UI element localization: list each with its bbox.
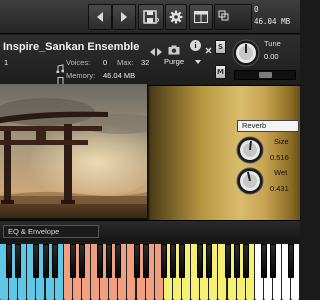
black-key[interactable] <box>69 244 76 278</box>
size-value: 0.516 <box>270 153 289 162</box>
pan-handle[interactable] <box>259 72 272 78</box>
black-key[interactable] <box>260 244 267 278</box>
chevron-right-icon <box>121 12 127 22</box>
layout-icon <box>194 11 208 23</box>
black-key[interactable] <box>133 244 140 278</box>
black-key[interactable] <box>160 244 167 278</box>
nav-left-button[interactable] <box>88 4 112 30</box>
wet-label: Wet <box>274 168 288 177</box>
wet-value: 0.431 <box>270 184 289 193</box>
toolbar: 0 46.04 MB <box>0 0 300 34</box>
midi-icon <box>218 10 229 21</box>
black-key[interactable] <box>115 244 122 278</box>
black-key[interactable] <box>106 244 113 278</box>
chevron-down-icon <box>195 60 201 64</box>
black-key[interactable] <box>233 244 240 278</box>
black-key[interactable] <box>179 244 185 278</box>
close-icon[interactable] <box>205 39 212 58</box>
layout-button[interactable] <box>189 4 213 30</box>
pan-slider[interactable] <box>234 70 296 80</box>
black-key[interactable] <box>42 244 49 278</box>
save-button[interactable] <box>138 4 164 30</box>
eq-strip: EQ & Envelope <box>0 220 300 242</box>
midi-channel-value[interactable]: 1 <box>4 58 8 67</box>
settings-button[interactable] <box>165 4 187 30</box>
black-key[interactable] <box>97 244 104 278</box>
chevron-left-icon <box>97 12 103 22</box>
black-key[interactable] <box>169 244 176 278</box>
black-key[interactable] <box>206 244 213 278</box>
black-key[interactable] <box>142 244 149 278</box>
system-stats: 0 46.04 MB <box>254 4 300 30</box>
black-key[interactable] <box>224 244 231 278</box>
cpu-value: 0 <box>254 5 259 14</box>
torii-gate-artwork <box>0 84 147 218</box>
black-key[interactable] <box>51 244 58 278</box>
black-key[interactable] <box>78 244 85 278</box>
black-key[interactable] <box>288 244 295 278</box>
voices-label: Voices: <box>66 58 91 67</box>
voices-value: 0 <box>103 58 108 67</box>
max-label: Max: <box>117 58 134 67</box>
max-value[interactable]: 32 <box>141 58 149 67</box>
memory-value: 46.04 MB <box>103 71 136 80</box>
mute-button[interactable]: M <box>215 65 226 79</box>
black-key[interactable] <box>6 244 13 278</box>
instrument-name[interactable]: Inspire_Sankan Ensemble <box>3 41 139 53</box>
cpu-button[interactable] <box>214 4 252 30</box>
info-button[interactable]: i <box>190 40 201 51</box>
purge-label: Purge <box>164 57 185 66</box>
black-key[interactable] <box>33 244 40 278</box>
eq-envelope-tab[interactable]: EQ & Envelope <box>3 225 99 238</box>
solo-button[interactable]: S <box>215 40 226 54</box>
tune-label: Tune <box>264 39 281 48</box>
size-label: Size <box>274 137 289 146</box>
right-arrow-icon[interactable] <box>156 41 162 60</box>
save-icon <box>143 10 159 24</box>
toolbar-memory-value: 46.04 MB <box>254 17 291 26</box>
memory-label: Memory: <box>66 71 96 80</box>
piano-keyboard[interactable] <box>0 242 300 300</box>
black-key[interactable] <box>15 244 22 278</box>
wet-knob[interactable] <box>236 167 264 199</box>
tune-value: 0.00 <box>264 52 279 61</box>
gear-icon <box>169 10 183 24</box>
black-key[interactable] <box>197 244 204 278</box>
purge-menu[interactable]: Purge <box>164 57 204 68</box>
size-knob[interactable] <box>236 136 264 168</box>
nav-right-button[interactable] <box>112 4 136 30</box>
tune-knob[interactable] <box>232 39 260 71</box>
black-key[interactable] <box>270 244 276 278</box>
black-key[interactable] <box>242 244 249 278</box>
fx-type-selector[interactable]: Reverb <box>237 120 299 132</box>
